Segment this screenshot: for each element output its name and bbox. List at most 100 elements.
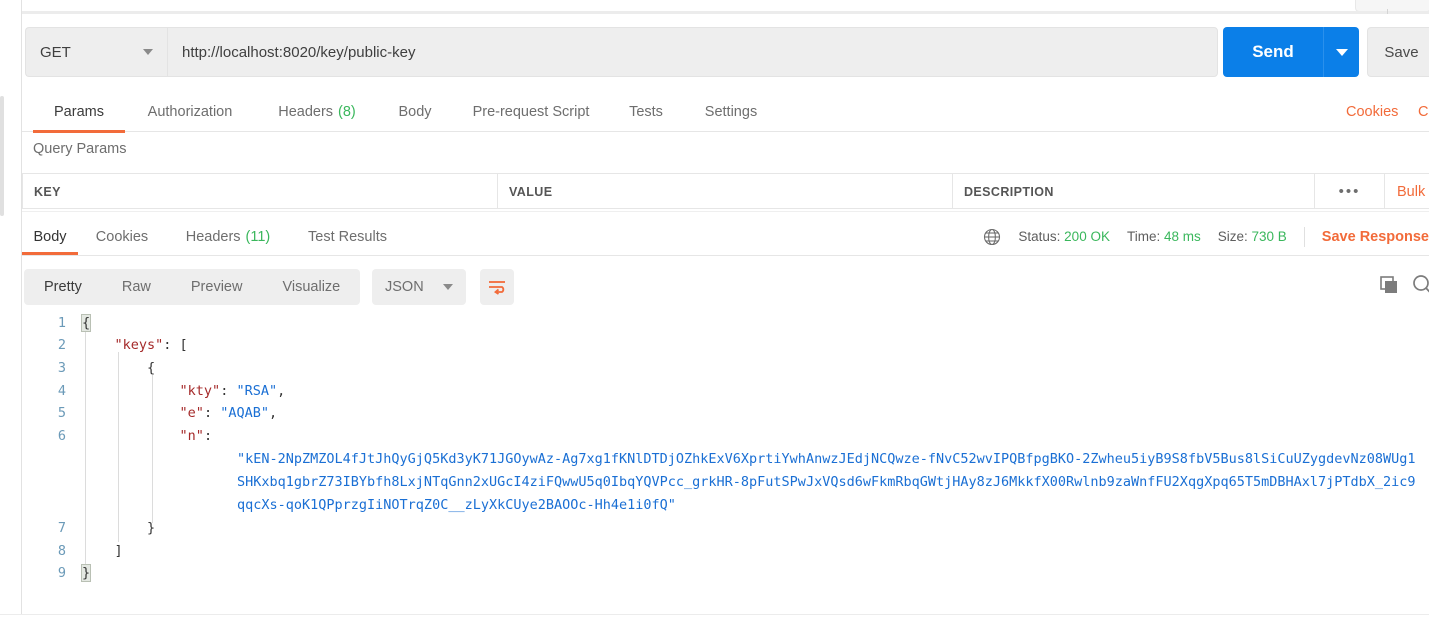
language-label: JSON [385,279,424,295]
send-button[interactable]: Send [1223,27,1323,77]
code-line: ] [114,543,123,559]
chevron-down-icon [143,49,153,55]
format-tab-raw[interactable]: Raw [102,269,171,305]
code-line: } [80,564,92,582]
response-tab-body[interactable]: Body [22,218,78,255]
line-number: 4 [57,383,66,399]
response-language-dropdown[interactable]: JSON [372,269,466,305]
response-body-viewer[interactable]: 1 2 3 4 5 6 7 8 9 { "keys": [ { "kty": "RSA", "e… [22,314,1429,615]
url-value: http://localhost:8020/key/public-key [182,43,416,61]
globe-icon[interactable] [983,228,1001,246]
size-label: Size: [1217,229,1248,244]
tab-label: Body [33,228,67,245]
chevron-down-icon [443,284,453,290]
line-number: 6 [57,428,66,444]
response-status-bar: Status: 200 OK Time: 48 ms Size: 730 B S… [983,218,1429,255]
tab-count-badge: (11) [245,228,271,245]
bottom-edge [0,614,1429,632]
code-line: SHKxbq1gbrZ73IBYbfh8LxjNTqGnn2xUGcI4ziFQ… [237,474,1416,490]
status-value: 200 OK [1064,229,1110,244]
http-method-label: GET [40,43,71,61]
code-line: "e": "AQAB", [179,405,278,421]
line-number: 3 [57,360,66,376]
bottom-edge-inner [22,615,1429,632]
window-top-strip [0,0,1429,14]
tab-label: Authorization [147,104,233,120]
left-rail [0,0,22,632]
code-line: "kty": "RSA", [179,383,286,399]
search-icon[interactable] [1411,273,1429,302]
column-header-description: DESCRIPTION [952,174,1292,209]
copy-icon[interactable] [1378,274,1400,301]
tab-count-badge: (8) [338,104,356,120]
line-number: 7 [57,520,66,536]
time-value: 48 ms [1163,229,1201,244]
line-number: 2 [57,337,66,353]
size-group: Size: 730 B [1218,229,1287,244]
save-button[interactable]: Save [1367,27,1429,77]
request-tab-tests[interactable]: Tests [611,92,681,132]
response-tab-bar: Status: 200 OK Time: 48 ms Size: 730 B S… [22,218,1429,256]
url-input[interactable]: http://localhost:8020/key/public-key [167,27,1218,77]
line-number: 1 [57,315,66,331]
tab-label: Params [54,104,104,120]
request-tab-headers[interactable]: Headers (8) [255,92,379,132]
horizontal-rule [22,11,1429,14]
request-tab-pre-request-script[interactable]: Pre-request Script [451,92,611,132]
column-header-key: KEY [22,174,497,209]
code-line: { [80,314,92,332]
tab-label: Headers [278,104,334,120]
rule-tick [1387,9,1388,14]
wrap-lines-button[interactable] [480,269,514,305]
line-number: 9 [57,565,66,581]
query-params-title: Query Params [33,141,127,157]
tab-label: Pre-request Script [472,104,590,120]
bulk-edit-button[interactable]: Bulk Edit [1384,174,1429,209]
request-tab-authorization[interactable]: Authorization [125,92,255,132]
format-tab-pretty[interactable]: Pretty [24,269,102,305]
request-tab-params[interactable]: Params [33,92,125,133]
format-tab-preview[interactable]: Preview [171,269,263,305]
tab-label: Headers [185,228,241,245]
tab-label: Body [398,104,432,120]
time-group: Time: 48 ms [1127,229,1201,244]
indent-guide [118,352,119,542]
code-line: "kEN-2NpZMZOL4fJtJhQyGjQ5Kd3yK71JGOywAz-… [237,451,1416,467]
request-tab-bar: Cookies Co Params Authorization Headers(8)… [22,92,1429,133]
params-more-options-button[interactable]: ••• [1314,174,1384,209]
time-label: Time: [1126,229,1161,244]
cookies-link[interactable]: Cookies [1346,92,1398,132]
chevron-down-icon [1335,48,1348,56]
response-tab-headers[interactable]: Headers (11) [166,218,290,255]
query-params-empty-row[interactable] [22,209,1429,212]
request-url-bar: GET http://localhost:8020/key/public-key… [22,27,1429,77]
code-line: "keys": [ [114,337,188,353]
tab-label: Settings [704,104,758,120]
code-line: } [147,520,156,536]
status-label: Status: [1018,229,1061,244]
status-group: Status: 200 OK [1018,229,1110,244]
response-format-toggle: Pretty Raw Preview Visualize [24,269,361,305]
size-value: 730 B [1251,229,1287,244]
column-header-value: VALUE [497,174,952,209]
save-response-button[interactable]: Save Response [1322,229,1429,245]
send-options-button[interactable] [1323,27,1359,77]
code-line: { [147,360,156,376]
format-tab-visualize[interactable]: Visualize [262,269,360,305]
tab-label: Cookies [95,228,149,245]
code-line: qqcXs-qoK1QPprzgIiNOTrqZ0C__zLyXkCUye2BA… [237,497,676,513]
line-number: 8 [57,543,66,559]
tab-label: Test Results [308,228,387,245]
vertical-scrollbar-thumb[interactable] [0,96,4,216]
response-tab-test-results[interactable]: Test Results [290,218,405,255]
request-tab-settings[interactable]: Settings [681,92,781,132]
http-method-dropdown[interactable]: GET [25,27,167,77]
response-tab-cookies[interactable]: Cookies [78,218,166,255]
query-params-table-header: ••• Bulk Edit KEYVALUEDESCRIPTION [22,173,1429,209]
code-link[interactable]: Co [1418,92,1429,132]
code-line: "n": [179,428,213,444]
tab-label: Tests [629,104,663,120]
divider [1303,226,1305,247]
request-tab-body[interactable]: Body [379,92,451,132]
line-number: 5 [57,405,66,421]
